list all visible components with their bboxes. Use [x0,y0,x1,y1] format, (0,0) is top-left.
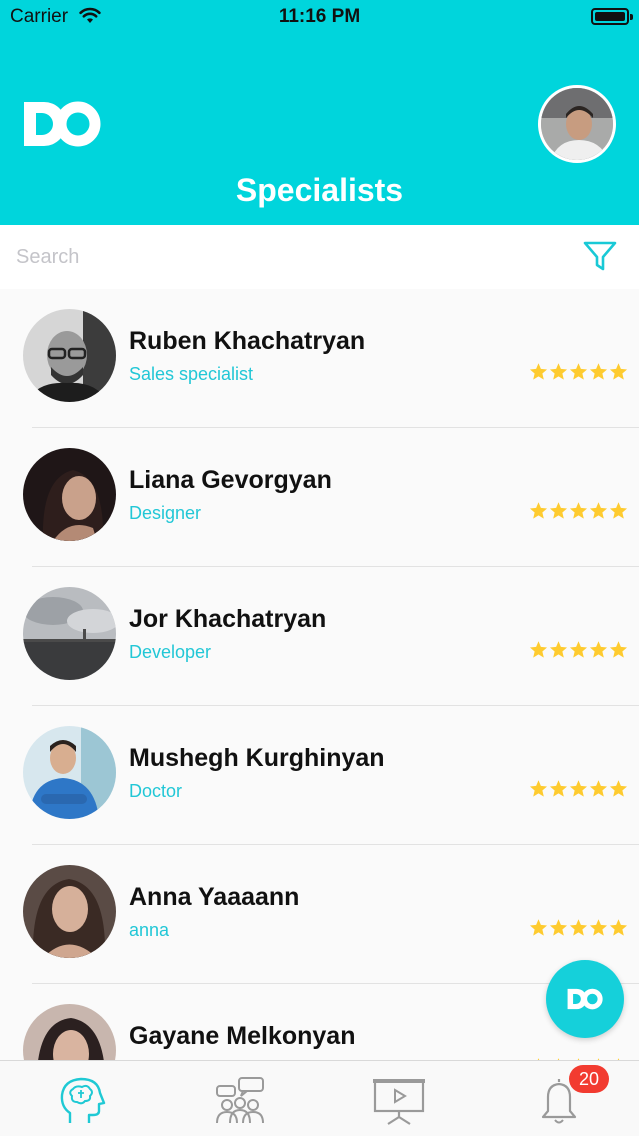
star-icon [609,363,628,380]
specialist-avatar [23,1004,116,1060]
presentation-board-icon[interactable] [372,1075,426,1125]
specialist-role: Designer [129,503,202,523]
star-icon [589,363,608,380]
rating-stars [529,918,628,938]
star-icon [549,780,568,797]
star-icon [609,641,628,658]
specialist-row[interactable]: Mushegh Kurghinyan Doctor [0,706,639,845]
do-logo[interactable] [22,100,102,148]
page-title: Specialists [235,172,404,208]
do-action-button[interactable] [546,960,624,1038]
star-icon [589,919,608,936]
specialist-avatar [23,309,116,402]
specialist-avatar [23,865,116,958]
star-icon [569,780,588,797]
star-icon [589,502,608,519]
star-icon [569,502,588,519]
search-input[interactable] [16,237,556,277]
rating-stars [529,779,628,799]
specialist-name: Gayane Melkonyan [129,1022,356,1050]
star-icon [589,641,608,658]
star-icon [549,641,568,658]
specialist-row[interactable]: Anna Yaaaann anna [0,845,639,984]
notification-badge: 20 [569,1065,609,1093]
tab-bar [0,1060,639,1136]
app-header: Carrier 11:16 PM Specialists [0,0,639,225]
specialist-name: Liana Gevorgyan [129,466,332,494]
star-icon [529,641,548,658]
specialist-role: anna [129,920,170,940]
specialist-avatar [23,726,116,819]
specialist-role: Developer [129,642,212,662]
star-icon [569,363,588,380]
search-bar [0,225,639,289]
star-icon [589,780,608,797]
group-chat-icon[interactable] [213,1075,267,1125]
specialist-row[interactable]: Liana Gevorgyan Designer [0,428,639,567]
star-icon [609,502,628,519]
filter-icon[interactable] [582,238,618,274]
star-icon [529,502,548,519]
specialist-row[interactable]: Jor Khachatryan Developer [0,567,639,706]
star-icon [529,780,548,797]
specialist-role: Sales specialist [129,364,254,384]
head-brain-icon[interactable] [56,1075,110,1125]
specialist-avatar [23,448,116,541]
battery-icon [591,8,633,25]
specialist-row[interactable]: Ruben Khachatryan Sales specialist [0,289,639,428]
star-icon [569,641,588,658]
star-icon [569,919,588,936]
star-icon [609,780,628,797]
specialist-name: Ruben Khachatryan [129,327,366,355]
star-icon [549,363,568,380]
rating-stars [529,640,628,660]
star-icon [549,502,568,519]
specialists-list: Ruben Khachatryan Sales specialist Liana… [0,289,639,1060]
star-icon [609,919,628,936]
rating-stars [529,501,628,521]
profile-avatar[interactable] [538,85,616,163]
star-icon [529,919,548,936]
do-logo-icon [567,988,603,1010]
rating-stars [529,362,628,382]
specialist-name: Anna Yaaaann [129,883,300,911]
status-bar: Carrier 11:16 PM [0,0,639,34]
specialist-name: Jor Khachatryan [129,605,327,633]
star-icon [549,919,568,936]
specialist-row[interactable]: Gayane Melkonyan [0,984,639,1060]
specialist-name: Mushegh Kurghinyan [129,744,385,772]
clock: 11:16 PM [278,6,361,27]
star-icon [529,363,548,380]
specialist-role: Doctor [129,781,183,801]
specialist-avatar [23,587,116,680]
